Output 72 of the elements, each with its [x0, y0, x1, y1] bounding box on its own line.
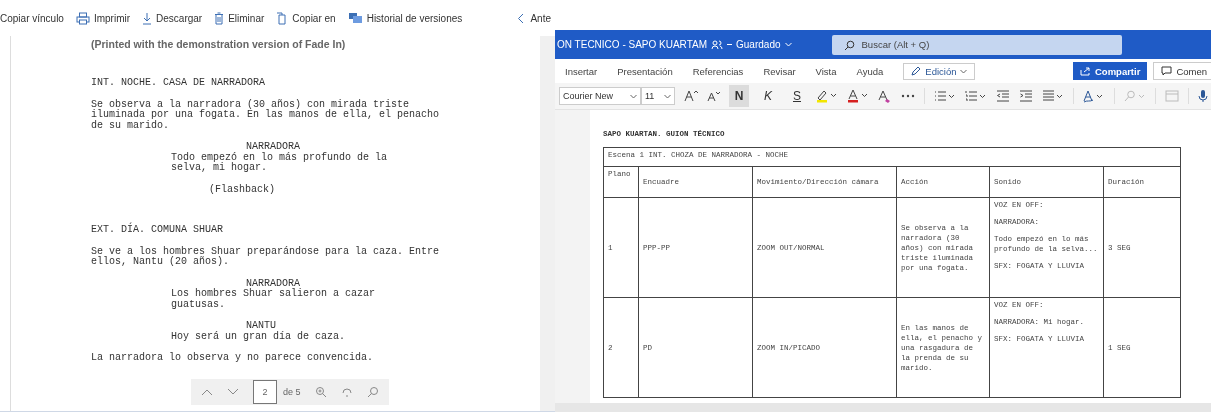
microphone-icon[interactable] — [1198, 89, 1208, 103]
zoom-in-icon[interactable] — [314, 386, 327, 398]
toolbar-button[interactable]: Imprimir — [75, 11, 131, 25]
find-icon[interactable] — [1124, 90, 1146, 102]
chevron-down-icon — [664, 93, 671, 99]
comment-icon — [1161, 66, 1173, 76]
format-button[interactable]: S — [787, 85, 807, 107]
chevron-down-icon — [630, 93, 637, 99]
separator-dash-icon — [727, 43, 733, 46]
document-title: ON TECNICO - SAPO KUARTAM — [557, 39, 708, 50]
toolbar-button[interactable]: Eliminar — [214, 11, 265, 25]
more-icon[interactable] — [901, 94, 915, 98]
font-dropdown[interactable]: Courier New — [559, 87, 641, 105]
ribbon-tab[interactable]: Insertar — [565, 65, 598, 77]
toolbar-button[interactable]: Historial de versiones — [347, 12, 463, 24]
download-icon — [142, 11, 153, 25]
bullet-list-icon[interactable] — [934, 90, 956, 102]
chevron-down-icon — [960, 68, 968, 74]
ribbon-tab[interactable]: Vista — [815, 65, 837, 77]
search-icon — [843, 39, 855, 51]
watermark-notice: (Printed with the demonstration version of Fade In) — [91, 38, 347, 50]
numbered-list-icon[interactable] — [965, 90, 987, 102]
search-field[interactable]: Buscar (Alt + Q) — [831, 34, 1122, 55]
size-dropdown[interactable]: 11 — [641, 87, 675, 105]
highlighter-icon[interactable] — [816, 89, 838, 103]
versions-icon — [347, 12, 363, 24]
comments-button[interactable]: Comen — [1153, 62, 1211, 80]
trash-icon — [214, 11, 225, 25]
toolbar-button[interactable]: Copiar en — [276, 11, 336, 25]
toolbar-button[interactable]: Copiar vínculo — [0, 12, 64, 24]
script-line: La narradora lo observa y no parece convencida. — [91, 353, 375, 364]
chevron-down-icon[interactable] — [227, 388, 239, 396]
format-button[interactable]: N — [729, 85, 749, 107]
page-number-field[interactable]: 2 — [253, 380, 277, 404]
people-icon — [711, 39, 724, 50]
search-icon[interactable] — [366, 386, 379, 398]
decrease-indent-icon[interactable] — [996, 90, 1010, 102]
editing-mode-button[interactable]: Edición — [903, 62, 976, 80]
ribbon-tab[interactable]: Presentación — [617, 65, 673, 77]
rotate-icon[interactable] — [340, 386, 353, 398]
script-line: (Flashback) — [208, 184, 276, 195]
printer-icon — [75, 11, 90, 25]
script-line: Se observa a la narradora (30 años) con mirada triste iluminada por una fogata. En las manos de ella, el penacho de su marido. — [91, 99, 441, 131]
script-line: Los hombres Shuar salieron a cazar guatusas. — [170, 289, 377, 310]
font-color-icon[interactable] — [847, 89, 869, 103]
script-line: INT. NOCHE. CASA DE NARRADORA — [91, 78, 267, 89]
styles-icon[interactable] — [1083, 89, 1105, 103]
script-line: Hoy será un gran día de caza. — [170, 331, 347, 342]
pencil-icon — [911, 66, 922, 76]
share-button[interactable]: Compartir — [1072, 62, 1148, 80]
ribbon-tab[interactable]: Referencias — [692, 65, 744, 77]
share-icon — [1079, 66, 1091, 76]
page-count: de 5 — [283, 387, 301, 397]
toolbar-button[interactable]: Descargar — [142, 11, 203, 25]
chevron-up-icon[interactable] — [201, 388, 213, 396]
script-line: Se ve a los hombres Shuar preparándose para la caza. Entre ellos, Nantu (20 años). — [91, 246, 441, 268]
script-line: NANTU — [245, 321, 277, 331]
previous-link[interactable]: Ante — [517, 12, 555, 24]
align-icon[interactable] — [1042, 90, 1064, 102]
clear-format-icon[interactable] — [878, 89, 892, 103]
script-line: NARRADORA — [245, 142, 301, 152]
script-line: NARRADORA — [246, 278, 300, 289]
format-button[interactable]: K — [758, 85, 778, 107]
ribbon-tab[interactable]: Revisar — [763, 65, 796, 77]
script-line: Todo empezó en lo más profundo de la selva, mi hogar. — [170, 152, 389, 174]
copy-icon — [276, 11, 289, 25]
grow-font-icon[interactable] — [684, 90, 698, 102]
increase-indent-icon[interactable] — [1019, 90, 1033, 102]
save-status[interactable]: Guardado — [736, 39, 781, 50]
shrink-font-icon[interactable] — [707, 90, 720, 102]
chevron-left-icon — [517, 12, 525, 24]
ribbon-tab[interactable]: Ayuda — [856, 65, 884, 77]
